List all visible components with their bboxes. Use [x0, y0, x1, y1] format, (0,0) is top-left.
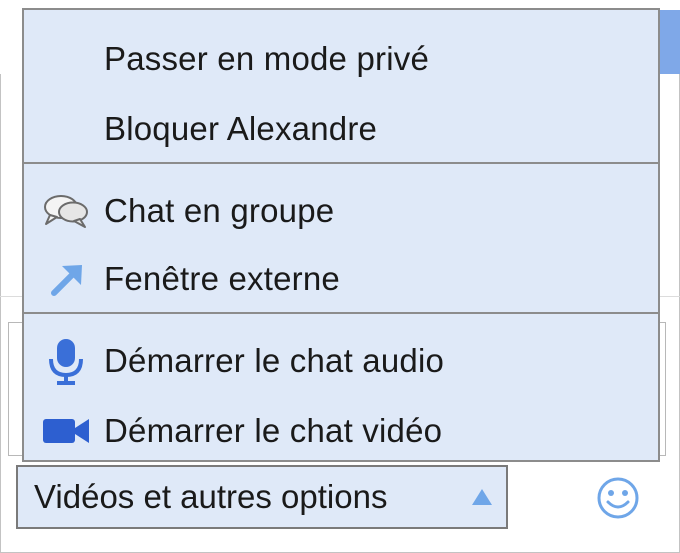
menu-item-video-chat[interactable]: Démarrer le chat vidéo: [24, 400, 658, 462]
menu-separator: [24, 162, 658, 164]
video-camera-icon: [40, 409, 92, 453]
menu-item-label: Passer en mode privé: [104, 40, 429, 77]
chat-window-screen: Passer en mode privé Bloquer Alexandre C…: [0, 0, 680, 553]
menu-item-audio-chat[interactable]: Démarrer le chat audio: [24, 330, 658, 392]
menu-item-group-chat[interactable]: Chat en groupe: [24, 180, 658, 242]
menu-item-private-mode[interactable]: Passer en mode privé: [24, 28, 658, 90]
triangle-up-icon: [470, 487, 494, 507]
menu-item-label: Fenêtre externe: [104, 260, 340, 297]
options-menu: Passer en mode privé Bloquer Alexandre C…: [22, 8, 660, 462]
options-button-label: Vidéos et autres options: [34, 478, 388, 515]
menu-separator: [24, 312, 658, 314]
menu-item-label: Bloquer Alexandre: [104, 110, 378, 147]
microphone-icon: [40, 339, 92, 385]
menu-item-external-window[interactable]: Fenêtre externe: [24, 248, 658, 310]
menu-item-block-contact[interactable]: Bloquer Alexandre: [24, 98, 658, 160]
menu-item-label: Chat en groupe: [104, 192, 335, 229]
video-and-more-options-button[interactable]: Vidéos et autres options: [16, 465, 508, 529]
menu-item-label: Démarrer le chat audio: [104, 342, 445, 379]
speech-bubbles-icon: [40, 189, 92, 233]
menu-item-label: Démarrer le chat vidéo: [104, 412, 443, 449]
pop-out-arrow-icon: [40, 257, 92, 301]
smiley-icon[interactable]: [596, 476, 640, 520]
